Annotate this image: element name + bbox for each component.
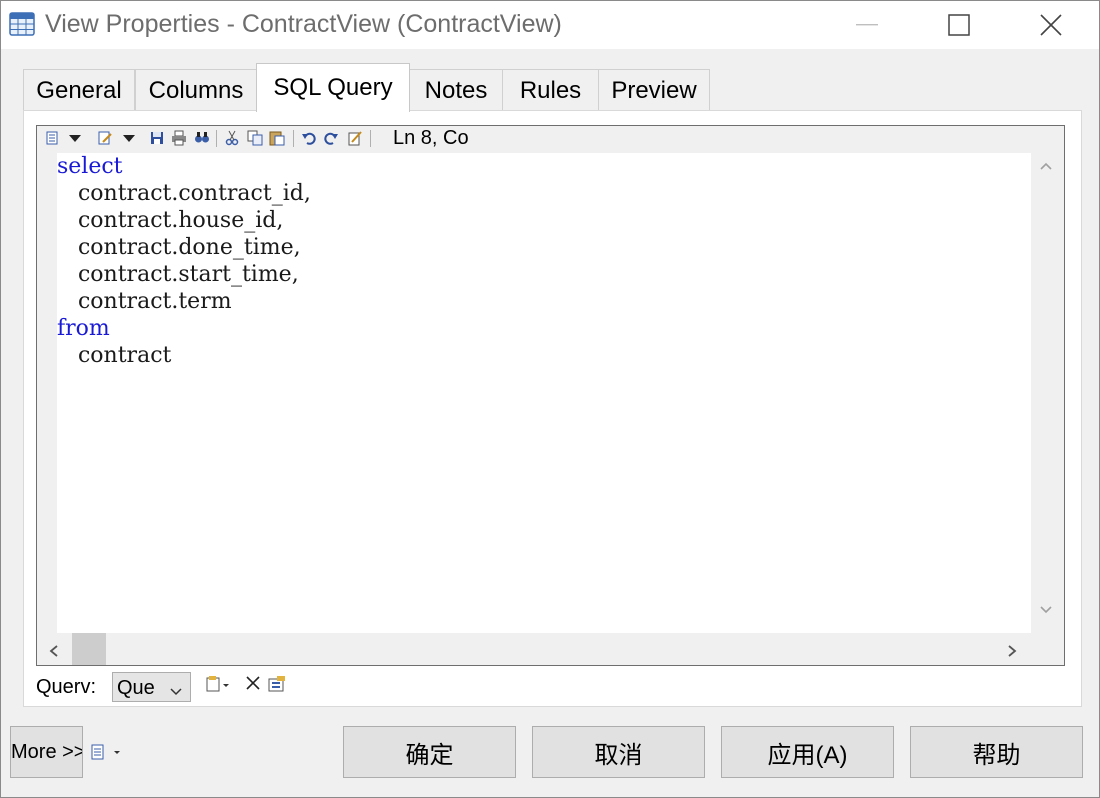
print-icon[interactable]: [171, 130, 187, 146]
editor-toolbar: Ln 8, Co: [37, 126, 1064, 152]
horizontal-scroll-thumb[interactable]: [72, 633, 106, 665]
tab-preview[interactable]: Preview: [598, 69, 710, 111]
code-line: select: [57, 153, 1031, 180]
find-icon[interactable]: [194, 130, 210, 146]
query-select[interactable]: Que: [112, 672, 191, 702]
code-line: from: [57, 315, 1031, 342]
tab-label: SQL Query: [273, 74, 393, 101]
tab-rules[interactable]: Rules: [502, 69, 599, 111]
properties-menu-icon[interactable]: [90, 744, 124, 765]
maximize-icon: [948, 14, 970, 36]
dropdown-arrow-icon[interactable]: [67, 130, 83, 146]
sql-keyword: from: [57, 316, 110, 341]
table-grid-icon: [9, 12, 35, 36]
window-title: View Properties - ContractView (Contract…: [45, 10, 562, 38]
edit-with-icon[interactable]: [347, 130, 363, 146]
maximize-button[interactable]: [913, 1, 1005, 49]
cancel-button[interactable]: 取消: [532, 726, 705, 778]
edit-icon[interactable]: [97, 130, 113, 146]
tab-label: Columns: [148, 76, 244, 104]
tab-sql-query[interactable]: SQL Query: [256, 63, 410, 112]
code-line: contract.house_id,: [57, 207, 1031, 234]
code-line: contract.start_time,: [57, 261, 1031, 288]
sql-text: contract.start_time,: [57, 262, 299, 287]
redo-icon[interactable]: [323, 130, 339, 146]
sql-editor: Ln 8, Co select contract.contract_id, co…: [36, 125, 1065, 666]
sql-text: contract.done_time,: [57, 235, 301, 260]
view-properties-dialog: View Properties - ContractView (Contract…: [0, 0, 1100, 798]
more-button[interactable]: More >>: [10, 726, 83, 778]
cursor-position-label: Ln 8, Co: [393, 127, 469, 149]
scroll-up-icon[interactable]: [1039, 157, 1053, 178]
query-select-value: Que: [117, 677, 155, 699]
tab-notes[interactable]: Notes: [409, 69, 503, 111]
apply-button[interactable]: 应用(A): [721, 726, 894, 778]
help-button[interactable]: 帮助: [910, 726, 1083, 778]
code-line: contract.contract_id,: [57, 180, 1031, 207]
delete-icon[interactable]: [245, 675, 261, 696]
dropdown-arrow-icon[interactable]: [121, 130, 137, 146]
apply-button-label: 应用(A): [767, 741, 848, 769]
tab-general[interactable]: General: [23, 69, 135, 111]
query-label: Querv:: [36, 676, 97, 698]
query-properties-icon[interactable]: [268, 676, 286, 697]
sql-text: contract.contract_id,: [57, 181, 311, 206]
horizontal-scrollbar[interactable]: [37, 633, 1064, 665]
sql-code-area[interactable]: select contract.contract_id, contract.ho…: [57, 153, 1031, 633]
vertical-scrollbar[interactable]: [1031, 153, 1064, 633]
chevron-down-icon: [169, 681, 183, 704]
paste-icon[interactable]: [269, 130, 285, 146]
code-line: contract: [57, 342, 1031, 369]
more-button-label: More >>: [11, 740, 83, 763]
cancel-button-label: 取消: [594, 741, 643, 769]
tab-columns[interactable]: Columns: [135, 69, 257, 111]
save-icon[interactable]: [149, 130, 165, 146]
scroll-right-icon[interactable]: [1005, 642, 1019, 663]
help-button-label: 帮助: [972, 741, 1021, 769]
sql-text: contract: [57, 343, 172, 368]
tab-label: Rules: [519, 76, 582, 104]
copy-icon[interactable]: [247, 130, 263, 146]
code-line: contract.term: [57, 288, 1031, 315]
scroll-left-icon[interactable]: [47, 642, 61, 663]
undo-icon[interactable]: [301, 130, 317, 146]
minimize-button[interactable]: [821, 1, 913, 49]
sql-text: contract.term: [57, 289, 232, 314]
minimize-icon: [856, 24, 878, 26]
ok-button-label: 确定: [405, 741, 454, 769]
code-line: contract.done_time,: [57, 234, 1031, 261]
tab-label: General: [36, 76, 122, 104]
close-icon: [1040, 14, 1062, 36]
ok-button[interactable]: 确定: [343, 726, 516, 778]
sql-keyword: select: [57, 154, 123, 179]
cut-icon[interactable]: [224, 130, 240, 146]
title-bar: View Properties - ContractView (Contract…: [1, 1, 1099, 49]
sql-text: contract.house_id,: [57, 208, 284, 233]
scroll-down-icon[interactable]: [1039, 601, 1053, 622]
new-query-icon[interactable]: [206, 676, 230, 697]
close-button[interactable]: [1005, 1, 1097, 49]
tab-label: Preview: [611, 76, 697, 104]
tab-label: Notes: [424, 76, 488, 104]
properties-icon[interactable]: [45, 130, 61, 146]
